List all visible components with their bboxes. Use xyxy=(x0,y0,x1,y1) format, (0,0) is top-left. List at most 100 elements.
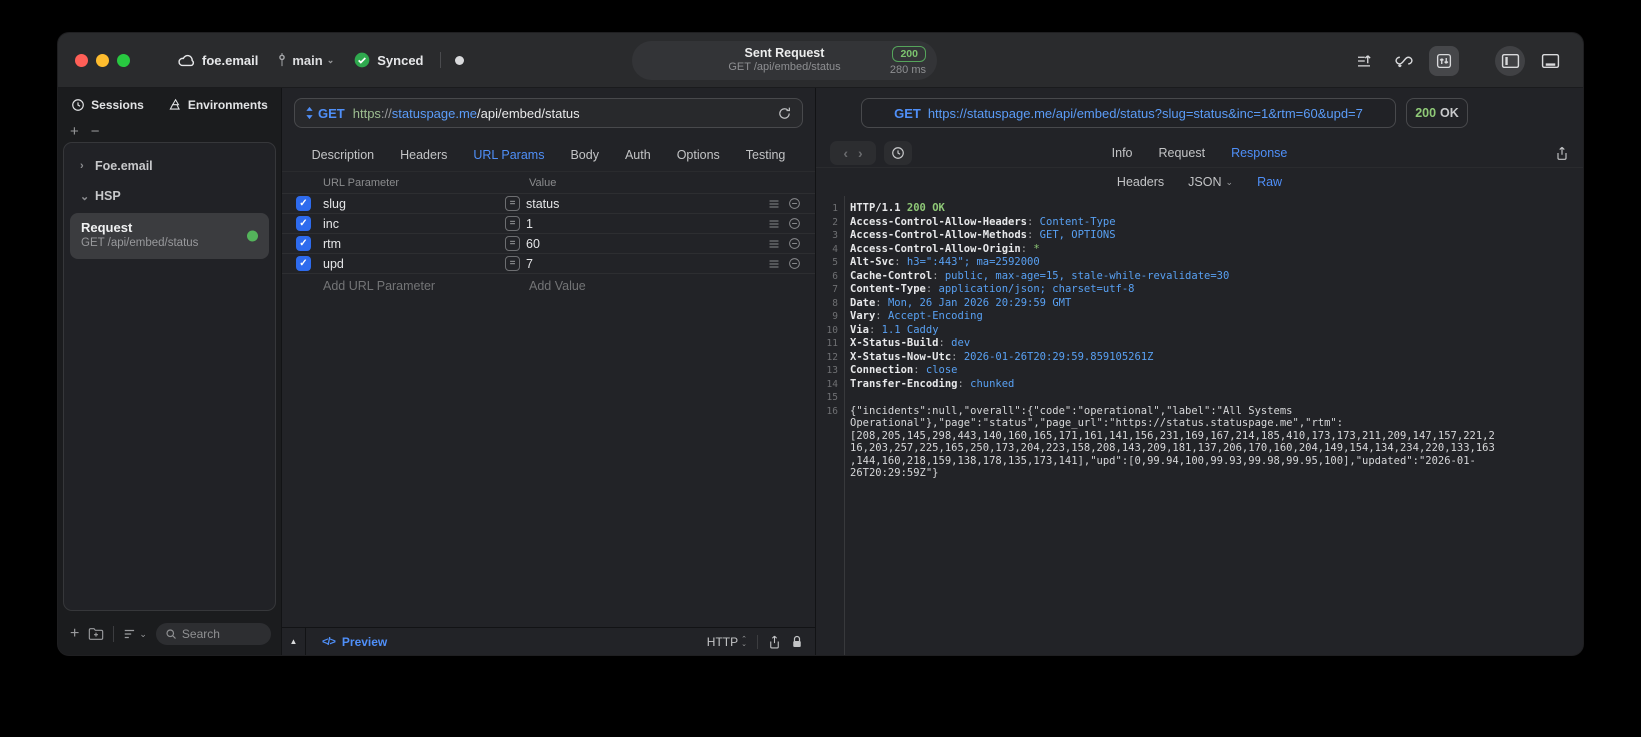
remove-param-icon[interactable] xyxy=(788,197,801,210)
history-button[interactable] xyxy=(884,140,912,165)
resend-request-button[interactable] xyxy=(777,106,792,121)
remove-param-icon[interactable] xyxy=(788,257,801,270)
param-options-icon[interactable] xyxy=(768,219,780,229)
add-value-button[interactable]: Add Value xyxy=(505,279,747,293)
subtab-headers[interactable]: Headers xyxy=(1117,175,1164,189)
preview-button[interactable]: </> Preview xyxy=(322,635,387,649)
share-icon[interactable] xyxy=(768,634,781,649)
chevron-down-icon: ⌄ xyxy=(1225,176,1234,187)
zoom-window-button[interactable] xyxy=(117,53,130,67)
back-button[interactable]: ‹ xyxy=(843,145,848,161)
response-status-code: 200 xyxy=(1415,106,1437,120)
response-raw-view[interactable]: 1 HTTP/1.1 200 OK 2 Access-Control-Allow… xyxy=(816,196,1583,655)
export-response-icon[interactable] xyxy=(1555,145,1569,161)
close-window-button[interactable] xyxy=(75,53,88,67)
synced-check-icon xyxy=(354,52,370,68)
tab-body[interactable]: Body xyxy=(570,148,599,162)
param-row-inc: ✓ inc = 1 xyxy=(282,214,815,234)
param-checkbox[interactable]: ✓ xyxy=(296,236,311,251)
param-value-field[interactable]: 1 xyxy=(526,217,533,231)
toggle-bottom-panel-button[interactable] xyxy=(1535,46,1565,76)
add-param-row: Add URL Parameter Add Value xyxy=(282,274,815,298)
panel-left-icon xyxy=(1501,53,1520,69)
param-value-field[interactable]: 60 xyxy=(526,237,540,251)
search-input[interactable] xyxy=(181,627,262,641)
tab-testing[interactable]: Testing xyxy=(746,148,786,162)
param-checkbox[interactable]: ✓ xyxy=(296,256,311,271)
response-line: 2 Access-Control-Allow-Headers: Content-… xyxy=(832,215,1116,228)
sidebar-request-item[interactable]: Request GET /api/embed/status xyxy=(70,213,269,260)
response-method: GET xyxy=(894,105,921,121)
new-folder-button[interactable] xyxy=(88,627,104,641)
param-name-field[interactable]: rtm xyxy=(323,237,493,251)
display-options-button[interactable]: ⌄ xyxy=(123,628,147,640)
param-value-field[interactable]: 7 xyxy=(526,257,533,271)
minimize-window-button[interactable] xyxy=(96,53,109,67)
request-url-bar[interactable]: GET https://statuspage.me/api/embed/stat… xyxy=(294,98,803,128)
active-request-capsule[interactable]: Sent Request GET /api/embed/status 200 2… xyxy=(632,41,937,80)
request-method[interactable]: GET xyxy=(318,106,345,121)
response-status-text: OK xyxy=(1440,106,1459,120)
project-menu[interactable]: foe.email xyxy=(178,53,258,68)
column-value: Value xyxy=(529,176,557,189)
branch-selector[interactable]: main ⌄ xyxy=(276,53,334,68)
equals-chip: = xyxy=(505,256,520,271)
response-body-line: 16 {"incidents":null,"overall":{"code":"… xyxy=(816,405,1583,480)
forward-button[interactable]: › xyxy=(858,145,863,161)
tab-headers[interactable]: Headers xyxy=(400,148,447,162)
code-icon: </> xyxy=(322,635,336,648)
subtab-raw[interactable]: Raw xyxy=(1257,175,1282,189)
param-options-icon[interactable] xyxy=(768,259,780,269)
tab-sessions[interactable]: Sessions xyxy=(71,98,144,112)
param-options-icon[interactable] xyxy=(768,239,780,249)
tab-auth[interactable]: Auth xyxy=(625,148,651,162)
tab-options[interactable]: Options xyxy=(677,148,720,162)
param-row-upd: ✓ upd = 7 xyxy=(282,254,815,274)
history-back-forward: ‹ › xyxy=(830,140,876,165)
remove-session-button[interactable]: − xyxy=(91,123,100,140)
tab-request[interactable]: Request xyxy=(1159,146,1206,160)
remove-param-icon[interactable] xyxy=(788,217,801,230)
param-value-field[interactable]: status xyxy=(526,197,559,211)
remove-param-icon[interactable] xyxy=(788,237,801,250)
tab-info[interactable]: Info xyxy=(1112,146,1133,160)
tab-description[interactable]: Description xyxy=(312,148,375,162)
tab-environments[interactable]: Environments xyxy=(168,98,268,112)
lock-icon[interactable] xyxy=(791,635,803,649)
add-session-button[interactable]: + xyxy=(70,123,79,140)
response-url-bar[interactable]: GET https://statuspage.me/api/embed/stat… xyxy=(861,98,1396,128)
chevron-down-icon: ⌄ xyxy=(139,628,147,639)
param-checkbox[interactable]: ✓ xyxy=(296,216,311,231)
param-row-rtm: ✓ rtm = 60 xyxy=(282,234,815,254)
sync-status[interactable]: Synced xyxy=(354,52,424,68)
expand-console-button[interactable]: ▲ xyxy=(282,628,306,655)
sidebar-search[interactable] xyxy=(155,623,271,645)
param-name-field[interactable]: upd xyxy=(323,257,493,271)
protocol-select[interactable]: HTTP ⌃ ⌄ xyxy=(707,635,747,649)
tab-response[interactable]: Response xyxy=(1231,146,1287,160)
request-list-order-button[interactable] xyxy=(1349,46,1379,76)
param-name-field[interactable]: inc xyxy=(323,217,493,231)
toggle-left-sidebar-button[interactable] xyxy=(1495,45,1525,76)
traffic-lights xyxy=(75,53,130,67)
send-receive-button[interactable] xyxy=(1429,45,1459,76)
param-checkbox[interactable]: ✓ xyxy=(296,196,311,211)
project-name: foe.email xyxy=(202,52,259,68)
tab-url-params[interactable]: URL Params xyxy=(473,148,544,162)
url-params-table: URL Parameter Value ✓ slug = status ✓ in… xyxy=(282,172,815,627)
new-request-button[interactable]: + xyxy=(70,625,79,643)
params-header-row: URL Parameter Value xyxy=(282,172,815,194)
status-code-badge: 200 xyxy=(892,45,926,62)
cloud-icon xyxy=(178,54,195,67)
subtab-json[interactable]: JSON ⌄ xyxy=(1188,175,1233,189)
sidebar-group-foe-email[interactable]: › Foe.email xyxy=(64,151,275,181)
proxy-loop-button[interactable] xyxy=(1389,46,1419,76)
param-options-icon[interactable] xyxy=(768,199,780,209)
request-editor-pane: GET https://statuspage.me/api/embed/stat… xyxy=(281,88,815,655)
param-name-field[interactable]: slug xyxy=(323,197,493,211)
request-item-title: Request xyxy=(81,220,133,235)
response-nav-row: ‹ › Info Request Response xyxy=(816,138,1583,168)
method-select-icon[interactable] xyxy=(305,106,314,120)
add-url-parameter-button[interactable]: Add URL Parameter xyxy=(323,279,493,293)
sidebar-group-hsp[interactable]: ⌄ HSP xyxy=(64,181,275,211)
